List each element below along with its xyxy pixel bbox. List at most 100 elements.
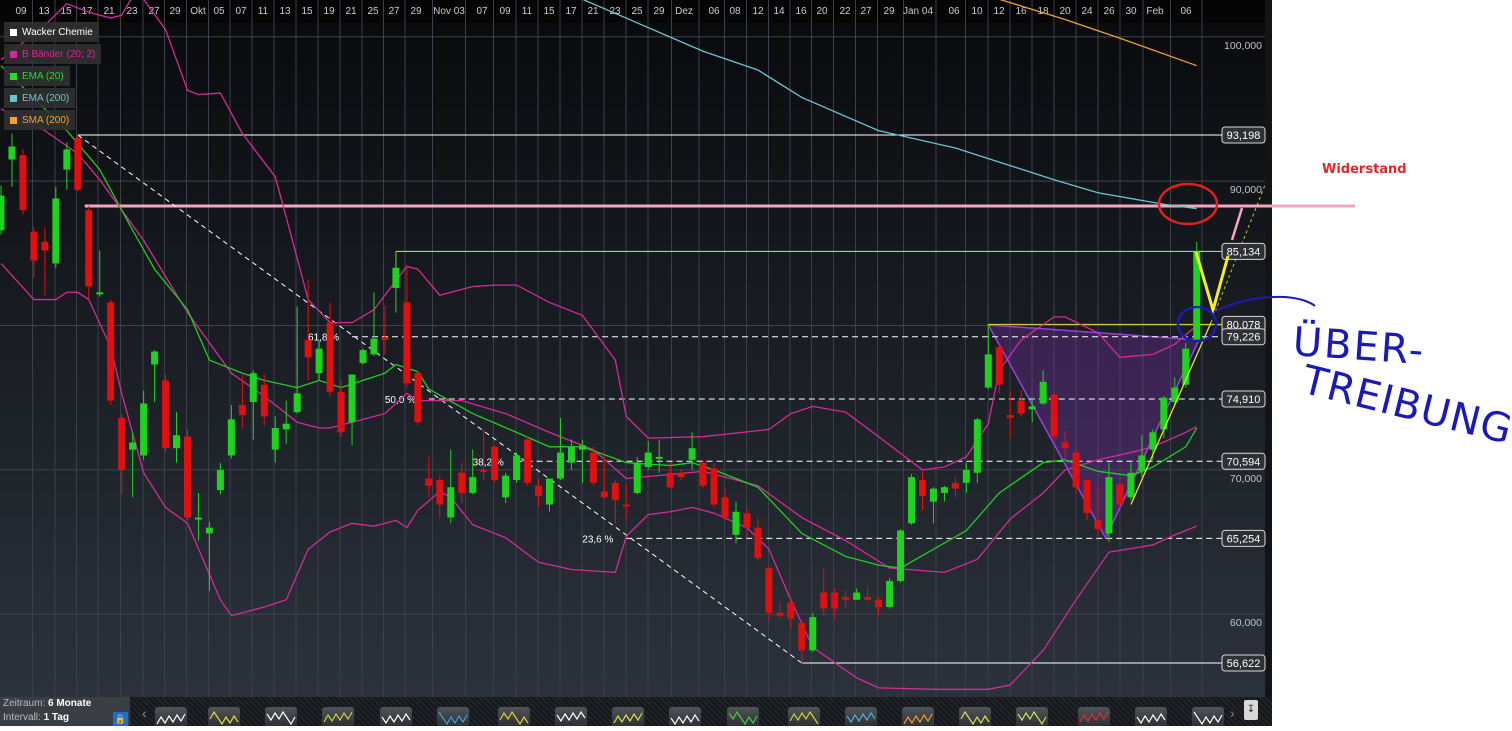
candle[interactable] [19, 149, 27, 215]
candle[interactable] [513, 452, 521, 483]
legend-item-sma200[interactable]: SMA (200) [4, 110, 76, 130]
fib-level-label: 23,6 % [582, 534, 613, 545]
legend-item-ema20[interactable]: EMA (20) [4, 66, 70, 86]
x-tick-label: Dez [675, 6, 693, 17]
interval-selector[interactable]: Intervall: 1 Tag [0, 711, 130, 725]
x-tick-label: 27 [860, 6, 872, 17]
chart-type-thumbnail[interactable] [155, 707, 187, 726]
candle-body [918, 479, 926, 496]
candle-body [1061, 442, 1069, 449]
candle[interactable] [589, 446, 597, 486]
candle[interactable] [1050, 393, 1058, 440]
candle-body [30, 231, 38, 261]
chart-type-thumbnail[interactable] [1078, 707, 1110, 726]
chart-type-thumbnail[interactable] [498, 707, 530, 726]
x-tick-label: 29 [169, 6, 181, 17]
candle-body [381, 337, 389, 340]
chart-type-thumbnail[interactable] [265, 707, 297, 726]
candle-body [315, 348, 323, 374]
period-selector[interactable]: Zeitraum: 6 Monate [0, 697, 130, 711]
candle[interactable] [162, 374, 170, 453]
candle[interactable] [908, 474, 916, 525]
candle-body [962, 469, 970, 483]
candle-body [96, 292, 104, 295]
candle-body [853, 592, 861, 600]
legend-item-bollinger[interactable]: B Bänder (20; 2) [4, 44, 102, 64]
candle[interactable] [765, 566, 773, 621]
x-tick-label: 29 [883, 6, 895, 17]
candle-body [699, 462, 707, 486]
candle[interactable] [52, 186, 60, 268]
chart-type-thumbnail[interactable] [380, 707, 412, 726]
chart-type-thumbnail[interactable] [437, 707, 469, 726]
candle[interactable] [491, 445, 499, 483]
candle-body [798, 622, 806, 651]
x-tick-label: 24 [1081, 6, 1093, 17]
legend-item-instrument[interactable]: Wacker Chemie [4, 22, 99, 42]
chart-type-thumbnail[interactable] [727, 707, 759, 726]
lock-icon[interactable]: 🔒 [113, 712, 128, 726]
download-icon[interactable]: ↧ [1244, 700, 1258, 720]
thumbnail-sparkline-icon [556, 710, 586, 723]
chart-type-thumbnail[interactable] [1016, 707, 1048, 726]
candle-body [8, 146, 16, 160]
legend-label: B Bänder (20; 2) [22, 48, 96, 60]
chart-type-thumbnail[interactable] [669, 707, 701, 726]
candle[interactable] [74, 134, 82, 192]
candle-body [458, 472, 466, 493]
candle-body [721, 497, 729, 518]
chart-type-thumbnail[interactable] [555, 707, 587, 726]
candle[interactable] [107, 299, 115, 405]
candle-body [337, 391, 345, 433]
chart-type-thumbnail[interactable] [1135, 707, 1167, 726]
candle[interactable] [524, 436, 532, 486]
candle-body [787, 602, 795, 619]
thumbnail-sparkline-icon [1136, 712, 1166, 725]
candle-body [205, 527, 213, 534]
candle-body [1116, 484, 1124, 505]
price-chart[interactable]: 09 13 15 17 21 23 27 29 Okt 05 07 11 13 15 19 21 25 27 29 N… [0, 0, 1512, 697]
candle-body [216, 469, 224, 491]
interval-label: Intervall: [3, 712, 41, 723]
candle-body [1094, 520, 1102, 530]
candle-body [238, 404, 246, 416]
chart-type-thumbnail[interactable] [788, 707, 820, 726]
chart-settings-panel: Zeitraum: 6 Monate Intervall: 1 Tag 🔒 [0, 697, 130, 726]
scroll-right-icon[interactable]: › [1230, 705, 1235, 721]
candle[interactable] [699, 459, 707, 489]
thumbnail-sparkline-icon [1079, 711, 1109, 723]
thumbnail-sparkline-icon [846, 711, 876, 724]
scroll-left-icon[interactable]: ‹ [142, 705, 147, 721]
chart-type-thumbnail[interactable] [322, 707, 354, 726]
candle-body [732, 511, 740, 535]
candle-body [370, 338, 378, 355]
level-price-label: 79,226 [1227, 332, 1261, 344]
candle[interactable] [359, 348, 367, 365]
candle-body [875, 599, 883, 608]
candle[interactable] [886, 578, 894, 609]
chart-type-thumbnail[interactable] [612, 707, 644, 726]
candle[interactable] [85, 205, 93, 300]
legend-item-ema200[interactable]: EMA (200) [4, 88, 76, 108]
candle[interactable] [1072, 449, 1080, 493]
x-tick-label: 07 [476, 6, 488, 17]
x-tick-label: 27 [388, 6, 400, 17]
chart-type-thumbnail[interactable] [902, 707, 934, 726]
chart-type-thumbnail[interactable] [959, 707, 991, 726]
candle[interactable] [183, 429, 191, 521]
candle[interactable] [710, 462, 718, 508]
chart-type-thumbnail[interactable] [208, 707, 240, 726]
candle-body [414, 373, 422, 423]
candle[interactable] [414, 370, 422, 426]
candle-body [973, 419, 981, 473]
chart-type-thumbnail[interactable] [845, 707, 877, 726]
x-tick-label: 06 [948, 6, 960, 17]
candle-body [359, 350, 367, 364]
candle[interactable] [897, 529, 905, 583]
candle-body [535, 485, 543, 496]
candle-body [940, 487, 948, 493]
x-tick-label: Okt [190, 6, 206, 17]
chart-type-thumbnail[interactable] [1192, 707, 1224, 726]
candle[interactable] [809, 612, 817, 652]
x-tick-label: 13 [38, 6, 50, 17]
